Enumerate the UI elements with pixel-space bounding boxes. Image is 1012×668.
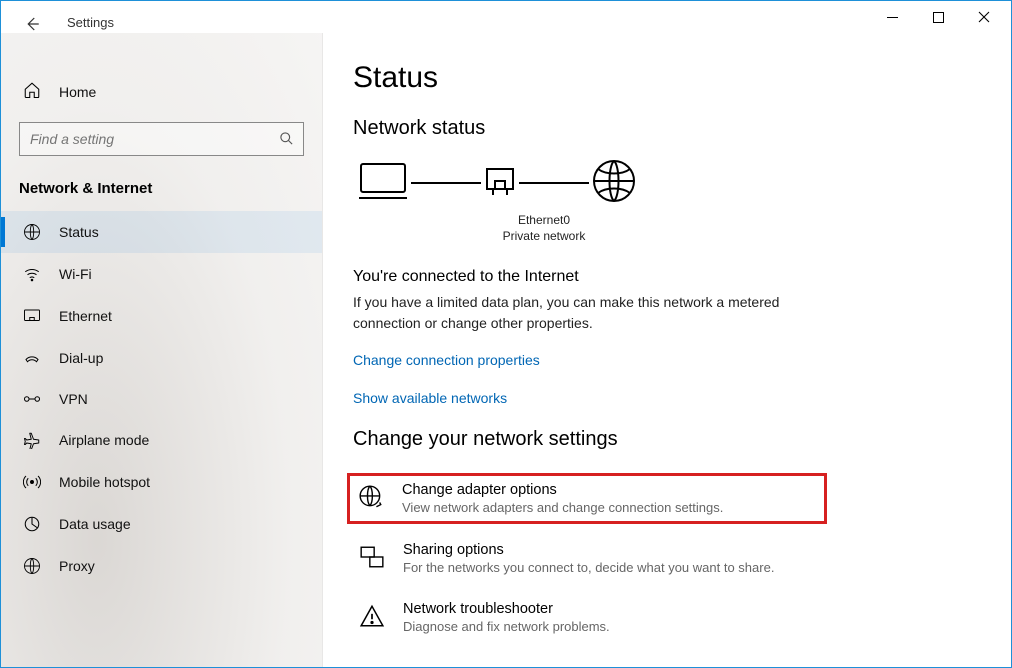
search-box[interactable] xyxy=(19,122,304,156)
home-button[interactable]: Home xyxy=(1,51,322,116)
sidebar-item-vpn[interactable]: VPN xyxy=(1,379,322,419)
sidebar-item-wifi[interactable]: Wi-Fi xyxy=(1,253,322,295)
change-connection-properties-link[interactable]: Change connection properties xyxy=(353,352,981,368)
setting-desc: View network adapters and change connect… xyxy=(402,500,723,515)
change-settings-heading: Change your network settings xyxy=(353,428,981,451)
show-available-networks-link[interactable]: Show available networks xyxy=(353,390,981,406)
main-content: Status Network status Ethernet0 Private … xyxy=(323,33,1011,667)
setting-title: Change adapter options xyxy=(402,482,723,498)
window-title: Settings xyxy=(67,15,114,30)
dialup-icon xyxy=(23,349,41,367)
adapter-icon xyxy=(483,163,517,202)
network-status-heading: Network status xyxy=(353,117,981,140)
sidebar: Home Network & Internet Status Wi-Fi E xyxy=(1,33,323,667)
sidebar-item-label: VPN xyxy=(59,391,88,407)
airplane-icon xyxy=(23,431,41,449)
troubleshooter-icon xyxy=(359,601,387,634)
titlebar: Settings xyxy=(1,1,1011,33)
sidebar-item-label: Mobile hotspot xyxy=(59,474,150,490)
section-header: Network & Internet xyxy=(1,170,322,211)
pc-icon xyxy=(357,160,409,205)
search-icon xyxy=(279,131,294,149)
setting-desc: Diagnose and fix network problems. xyxy=(403,619,610,634)
vpn-icon xyxy=(23,392,41,406)
sharing-options-item[interactable]: Sharing options For the networks you con… xyxy=(353,534,833,583)
sidebar-item-datausage[interactable]: Data usage xyxy=(1,503,322,545)
adapter-name: Ethernet0 xyxy=(487,213,601,229)
connection-line xyxy=(519,182,589,184)
connected-body: If you have a limited data plan, you can… xyxy=(353,292,803,334)
sidebar-item-label: Dial-up xyxy=(59,350,103,366)
network-type: Private network xyxy=(487,229,601,245)
network-diagram xyxy=(353,158,981,207)
status-icon xyxy=(23,223,41,241)
change-adapter-options-item[interactable]: Change adapter options View network adap… xyxy=(347,473,827,524)
ethernet-icon xyxy=(23,307,41,325)
diagram-labels: Ethernet0 Private network xyxy=(487,213,601,244)
wifi-icon xyxy=(23,265,41,283)
close-button[interactable] xyxy=(961,2,1007,32)
sidebar-item-label: Proxy xyxy=(59,558,95,574)
search-input[interactable] xyxy=(19,122,304,156)
maximize-button[interactable] xyxy=(915,2,961,32)
sidebar-item-proxy[interactable]: Proxy xyxy=(1,545,322,587)
sidebar-item-hotspot[interactable]: Mobile hotspot xyxy=(1,461,322,503)
network-troubleshooter-item[interactable]: Network troubleshooter Diagnose and fix … xyxy=(353,593,833,642)
connection-line xyxy=(411,182,481,184)
datausage-icon xyxy=(23,515,41,533)
home-icon xyxy=(23,81,41,102)
hotspot-icon xyxy=(23,473,41,491)
setting-desc: For the networks you connect to, decide … xyxy=(403,560,774,575)
sidebar-item-airplane[interactable]: Airplane mode xyxy=(1,419,322,461)
page-title: Status xyxy=(353,61,981,95)
sidebar-item-label: Data usage xyxy=(59,516,131,532)
sharing-icon xyxy=(359,542,387,575)
sidebar-item-label: Ethernet xyxy=(59,308,112,324)
proxy-icon xyxy=(23,557,41,575)
home-label: Home xyxy=(59,84,96,100)
adapter-options-icon xyxy=(358,482,386,515)
sidebar-item-dialup[interactable]: Dial-up xyxy=(1,337,322,379)
sidebar-item-status[interactable]: Status xyxy=(1,211,322,253)
sidebar-item-label: Airplane mode xyxy=(59,432,149,448)
connected-heading: You're connected to the Internet xyxy=(353,268,981,286)
minimize-button[interactable] xyxy=(869,2,915,32)
setting-title: Sharing options xyxy=(403,542,774,558)
setting-title: Network troubleshooter xyxy=(403,601,610,617)
sidebar-item-label: Wi-Fi xyxy=(59,266,92,282)
sidebar-item-label: Status xyxy=(59,224,99,240)
sidebar-item-ethernet[interactable]: Ethernet xyxy=(1,295,322,337)
globe-icon xyxy=(591,158,637,207)
